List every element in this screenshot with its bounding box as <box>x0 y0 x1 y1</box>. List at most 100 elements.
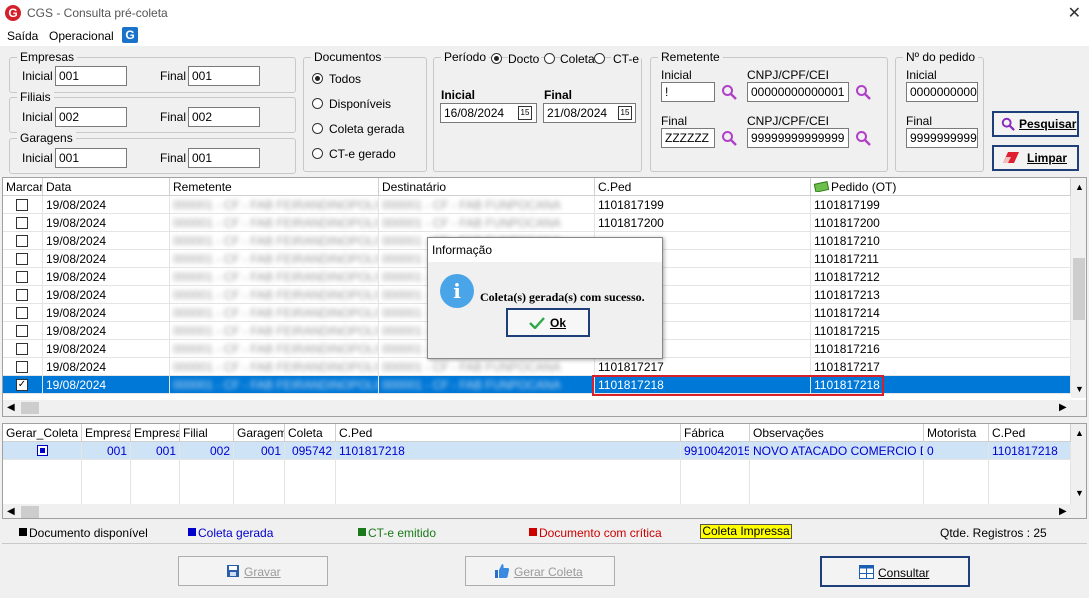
remetente-inicial-input[interactable]: ! <box>661 82 715 102</box>
garagens-final-input[interactable]: 001 <box>188 148 260 168</box>
col-header-coleta[interactable]: Coleta <box>285 424 336 442</box>
col-header-cped[interactable]: C.Ped <box>336 424 681 442</box>
scroll-up-icon[interactable]: ▲ <box>1075 428 1084 438</box>
table-row[interactable]: 19/08/2024 000001 - CF - FAB FEIRANDINOPO… <box>3 214 1071 232</box>
g-app-icon[interactable]: G <box>122 27 138 43</box>
limpar-button[interactable]: Limpar <box>992 145 1079 171</box>
marcar-checkbox[interactable] <box>16 217 28 229</box>
marcar-checkbox[interactable] <box>16 235 28 247</box>
marcar-checkbox[interactable] <box>16 253 28 265</box>
scroll-down-icon[interactable]: ▼ <box>1075 384 1084 394</box>
radio-coleta-gerada[interactable] <box>312 123 323 134</box>
remetente-group: Remetente Inicial ! CNPJ/CPF/CEI 0000000… <box>650 50 888 172</box>
scroll-left-icon[interactable]: ◀ <box>7 402 15 413</box>
marcar-checkbox[interactable] <box>16 307 28 319</box>
remetente-cell-text: 000001 - CF - FAB FEIRANDINOPOLIS <box>173 288 379 302</box>
grid2-hscroll-thumb[interactable] <box>21 506 39 518</box>
col-header-destinatario[interactable]: Destinatário <box>379 178 595 196</box>
marcar-checkbox[interactable] <box>16 289 28 301</box>
marcar-checkbox[interactable] <box>16 343 28 355</box>
table-row[interactable]: 19/08/2024 000001 - CF - FAB FEIRANDINOPO… <box>3 358 1071 376</box>
marcar-checkbox[interactable] <box>16 199 28 211</box>
window-title: CGS - Consulta pré-coleta <box>27 6 168 20</box>
marcar-checkbox[interactable] <box>16 325 28 337</box>
col-header-observacoes[interactable]: Observações <box>750 424 924 442</box>
search-cnpj-final-icon[interactable] <box>855 130 871 146</box>
col-header-garagem[interactable]: Garagem <box>234 424 285 442</box>
legend-cte-emitido-swatch <box>358 528 366 536</box>
marcar-checkbox[interactable] <box>16 271 28 283</box>
pedido-inicial-input[interactable]: 0000000000 <box>906 82 978 102</box>
consultar-button[interactable]: Consultar <box>820 556 970 587</box>
search-remetente-final-icon[interactable] <box>721 130 737 146</box>
filiais-final-input[interactable]: 002 <box>188 107 260 127</box>
radio-cte-gerado[interactable] <box>312 148 323 159</box>
radio-todos[interactable] <box>312 73 323 84</box>
col-header-remetente[interactable]: Remetente <box>170 178 379 196</box>
grid2-hscrollbar[interactable]: ◀ ▶ <box>3 504 1086 518</box>
remetente-cell-text: 000001 - CF - FAB FEIRANDINOPOLIS <box>173 306 379 320</box>
close-icon[interactable]: ✕ <box>1068 3 1081 23</box>
col-header-motorista[interactable]: Motorista <box>924 424 989 442</box>
remetente-cell-text: 000001 - CF - FAB FEIRANDINOPOLIS <box>173 378 379 392</box>
calendar-inicial-icon[interactable]: 15 <box>518 106 532 120</box>
search-cnpj-inicial-icon[interactable] <box>855 84 871 100</box>
col-header-filial[interactable]: Filial <box>180 424 234 442</box>
remetente-inicial-label: Inicial <box>661 68 692 82</box>
gerar-coleta-checkbox[interactable] <box>37 445 48 456</box>
col-header-marcar[interactable]: Marcar <box>3 178 43 196</box>
scroll-down-icon[interactable]: ▼ <box>1075 488 1084 498</box>
gravar-button[interactable]: Gravar <box>178 556 328 586</box>
cnpj-inicial-input[interactable]: 00000000000001 <box>747 82 849 102</box>
pedido-final-input[interactable]: 9999999999 <box>906 128 978 148</box>
empresas-inicial-input[interactable]: 001 <box>55 66 127 86</box>
remetente-final-input[interactable]: ZZZZZZ <box>661 128 715 148</box>
col-header-data[interactable]: Data <box>43 178 170 196</box>
garagens-inicial-input[interactable]: 001 <box>55 148 127 168</box>
table-row[interactable]: ✓ 19/08/2024 000001 - CF - FAB FEIRANDINOP… <box>3 376 1071 394</box>
marcar-checkbox[interactable] <box>16 361 28 373</box>
empresas-final-label: Final <box>160 69 187 83</box>
garagens-group: Garagens Inicial 001 Final 001 <box>9 131 296 174</box>
grid2-vscrollbar[interactable]: ▲ ▼ <box>1071 424 1086 504</box>
empresas-final-input[interactable]: 001 <box>188 66 260 86</box>
ok-button[interactable]: Ok <box>506 308 590 337</box>
filiais-inicial-input[interactable]: 002 <box>55 107 127 127</box>
radio-coleta[interactable] <box>544 53 555 64</box>
radio-disponiveis[interactable] <box>312 98 323 109</box>
legend-coleta-impressa: Coleta Impressa <box>700 524 792 539</box>
scroll-right-icon[interactable]: ▶ <box>1059 506 1067 517</box>
col-header-gerar-coleta[interactable]: Gerar_Coleta <box>3 424 82 442</box>
scroll-up-icon[interactable]: ▲ <box>1075 182 1084 192</box>
marcar-checkbox[interactable]: ✓ <box>16 379 28 391</box>
table-row[interactable]: 001 001 002 001 095742 1101817218 9910042015 NO… <box>3 442 1071 460</box>
grid1-hscroll-thumb[interactable] <box>21 402 39 414</box>
data-cell: 19/08/2024 <box>43 358 170 376</box>
grid1-vscroll-thumb[interactable] <box>1073 258 1085 320</box>
pesquisar-button[interactable]: Pesquisar <box>992 111 1079 137</box>
col-header-empresa[interactable]: Empresa <box>82 424 131 442</box>
menu-item-saida[interactable]: Saída <box>7 29 38 43</box>
grid1-vscrollbar[interactable]: ▲ ▼ <box>1071 178 1086 398</box>
menu-item-operacional[interactable]: Operacional <box>49 29 114 43</box>
radio-cte[interactable] <box>594 53 605 64</box>
cnpj-final-input[interactable]: 99999999999999 <box>747 128 849 148</box>
search-remetente-inicial-icon[interactable] <box>721 84 737 100</box>
gerar-coleta-button[interactable]: Gerar Coleta <box>465 556 615 586</box>
col-header-cped-2[interactable]: C.Ped <box>989 424 1071 442</box>
documentos-group: Documentos Todos Disponíveis Coleta gera… <box>303 50 427 172</box>
documentos-legend: Documentos <box>311 50 385 64</box>
table-row[interactable]: 19/08/2024 000001 - CF - FAB FEIRANDINOPO… <box>3 196 1071 214</box>
col-header-cped[interactable]: C.Ped <box>595 178 811 196</box>
col-header-empresa-2[interactable]: Empresa <box>131 424 180 442</box>
radio-docto[interactable] <box>491 53 502 64</box>
scroll-left-icon[interactable]: ◀ <box>7 506 15 517</box>
money-icon <box>814 181 829 192</box>
col-header-fabrica[interactable]: Fábrica <box>681 424 750 442</box>
calendar-final-icon[interactable]: 15 <box>618 106 632 120</box>
grid1-hscrollbar[interactable]: ◀ ▶ <box>3 400 1086 416</box>
scroll-right-icon[interactable]: ▶ <box>1059 402 1067 413</box>
pedido-cell-text: 1101817215 <box>814 324 880 338</box>
col-header-pedido[interactable]: Pedido (OT) <box>811 178 1071 196</box>
ok-label: Ok <box>550 316 567 330</box>
